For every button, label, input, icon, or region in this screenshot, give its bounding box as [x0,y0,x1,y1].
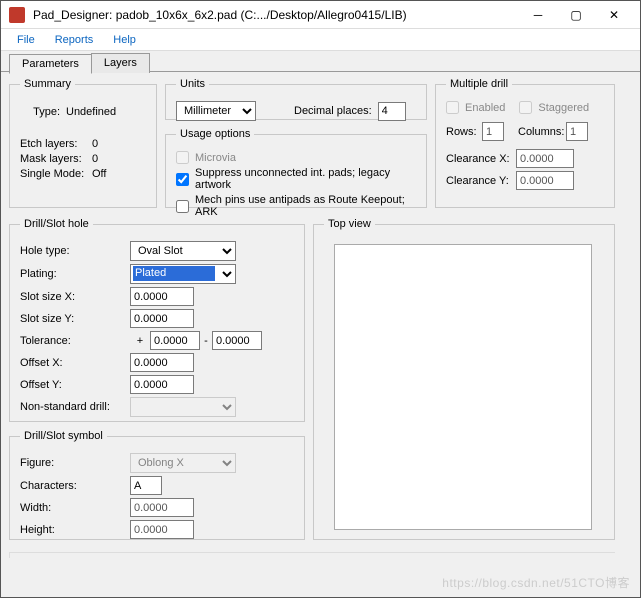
cols-label: Columns: [518,126,566,138]
enabled-label: Enabled [465,102,505,114]
hole-select[interactable]: Oval Slot [130,241,236,261]
ox-input[interactable] [130,353,194,372]
type-value: Undefined [66,106,116,118]
type-label: Type: [20,106,60,118]
width-input [130,498,194,517]
tol-plus: + [130,335,150,347]
tabstrip: Parameters Layers [9,53,149,73]
multi-legend: Multiple drill [446,78,512,90]
rows-label: Rows: [446,126,482,138]
tab-parameters[interactable]: Parameters [9,54,92,74]
watermark: https://blog.csdn.net/51CTO博客 [442,574,630,591]
etch-label: Etch layers: [20,138,92,150]
sx-label: Slot size X: [20,291,130,303]
microvia-check [176,151,189,164]
chars-label: Characters: [20,480,130,492]
app-icon [9,7,25,23]
cly-label: Clearance Y: [446,175,516,187]
usage-group: Usage options Microvia Suppress unconnec… [165,128,427,208]
tab-parameters-panel: Summary Type: Undefined Etch layers: 0 M… [1,71,640,597]
cly-input [516,171,574,190]
topview-legend: Top view [324,218,375,230]
staggered-label: Staggered [538,102,589,114]
ox-label: Offset X: [20,357,130,369]
mask-label: Mask layers: [20,153,92,165]
tol-label: Tolerance: [20,335,130,347]
symbol-group: Drill/Slot symbol Figure: Oblong X Chara… [9,430,305,540]
menu-help[interactable]: Help [103,31,146,49]
single-label: Single Mode: [20,168,92,180]
mech-check[interactable] [176,200,189,213]
summary-group: Summary Type: Undefined Etch layers: 0 M… [9,78,157,208]
width-label: Width: [20,502,130,514]
minimize-button[interactable]: ─ [520,5,556,25]
units-group: Units Millimeter Decimal places: [165,78,427,120]
clx-label: Clearance X: [446,153,516,165]
figure-select: Oblong X [130,453,236,473]
oy-label: Offset Y: [20,379,130,391]
topview-group: Top view [313,218,615,540]
nsd-label: Non-standard drill: [20,401,130,413]
topview-canvas [334,244,592,530]
rows-input [482,122,504,141]
tol-dash: - [200,335,212,347]
close-button[interactable]: ✕ [596,5,632,25]
figure-label: Figure: [20,457,130,469]
multi-group: Multiple drill Enabled Staggered Rows: C… [435,78,615,208]
app-window: Pad_Designer: padob_10x6x_6x2.pad (C:...… [0,0,641,598]
enabled-check [446,101,459,114]
sx-input[interactable] [130,287,194,306]
staggered-check [519,101,532,114]
microvia-label: Microvia [195,152,236,164]
titlebar: Pad_Designer: padob_10x6x_6x2.pad (C:...… [1,1,640,29]
sy-input[interactable] [130,309,194,328]
menu-reports[interactable]: Reports [45,31,104,49]
units-select[interactable]: Millimeter [176,101,256,121]
oy-input[interactable] [130,375,194,394]
etch-value: 0 [92,138,98,150]
mask-value: 0 [92,153,98,165]
symbol-legend: Drill/Slot symbol [20,430,107,442]
nsd-select [130,397,236,417]
sy-label: Slot size Y: [20,313,130,325]
window-title: Pad_Designer: padob_10x6x_6x2.pad (C:...… [33,8,518,22]
plating-select[interactable] [130,264,236,284]
drill-group: Drill/Slot hole Hole type: Oval Slot Pla… [9,218,305,422]
height-input [130,520,194,539]
tol-plus-input[interactable] [150,331,200,350]
mech-label: Mech pins use antipads as Route Keepout;… [195,194,416,218]
clx-input [516,149,574,168]
menu-file[interactable]: File [7,31,45,49]
hole-label: Hole type: [20,245,130,257]
decimal-input[interactable] [378,102,406,121]
menubar: File Reports Help [1,29,640,51]
suppress-label: Suppress unconnected int. pads; legacy a… [195,167,416,191]
status-separator [9,552,615,558]
height-label: Height: [20,524,130,536]
decimal-label: Decimal places: [294,105,372,117]
single-value: Off [92,168,106,180]
units-legend: Units [176,78,209,90]
maximize-button[interactable]: ▢ [558,5,594,25]
client-area: Parameters Layers Summary Type: Undefine… [1,51,640,597]
cols-input [566,122,588,141]
usage-legend: Usage options [176,128,254,140]
plating-label: Plating: [20,268,130,280]
summary-legend: Summary [20,78,75,90]
suppress-check[interactable] [176,173,189,186]
chars-input[interactable] [130,476,162,495]
tab-layers[interactable]: Layers [91,53,150,73]
drill-legend: Drill/Slot hole [20,218,93,230]
tol-minus-input[interactable] [212,331,262,350]
